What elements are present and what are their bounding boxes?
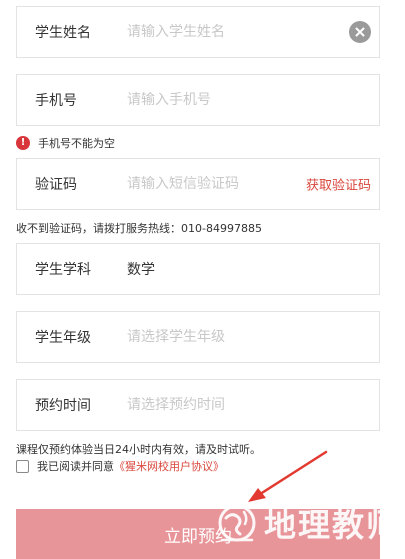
verify-code-input[interactable]: [127, 176, 297, 192]
subject-label: 学生学科: [35, 262, 91, 278]
verify-code-label: 验证码: [35, 177, 77, 193]
course-notice: 课程仅预约体验当日24小时内有效，请及时试听。: [16, 443, 261, 456]
grade-field[interactable]: 学生年级: [16, 311, 380, 363]
subject-field[interactable]: 学生学科 数学: [16, 243, 380, 295]
globe-icon: [218, 504, 256, 542]
appointment-time-select[interactable]: [127, 397, 297, 413]
agreement-prefix: 我已阅读并同意: [37, 460, 114, 473]
student-name-field: 学生姓名: [16, 6, 380, 58]
get-verify-code-button[interactable]: 获取验证码: [306, 175, 371, 194]
user-agreement-link[interactable]: 《猩米网校用户协议》: [114, 458, 224, 474]
appointment-time-label: 预约时间: [35, 398, 91, 414]
annotation-arrow-icon: [248, 450, 328, 502]
error-icon: !: [16, 136, 30, 150]
subject-value[interactable]: 数学: [127, 259, 155, 279]
verify-code-field: 验证码 获取验证码: [16, 158, 380, 210]
clear-icon[interactable]: [349, 21, 371, 43]
appointment-time-field[interactable]: 预约时间: [16, 379, 380, 431]
phone-error-message: ! 手机号不能为空: [16, 134, 115, 152]
agreement-checkbox[interactable]: [16, 459, 29, 473]
watermark-logo: 地理教师: [214, 500, 400, 546]
agreement-row: 我已阅读并同意 《猩米网校用户协议》: [16, 458, 224, 474]
phone-error-text: 手机号不能为空: [38, 137, 115, 150]
grade-label: 学生年级: [35, 330, 91, 346]
student-name-label: 学生姓名: [35, 25, 91, 41]
grade-select[interactable]: [127, 329, 297, 345]
watermark-text: 地理教师: [264, 506, 401, 544]
service-hotline-hint: 收不到验证码，请拨打服务热线：010-84997885: [16, 222, 262, 235]
student-name-input[interactable]: [127, 24, 297, 40]
phone-input[interactable]: [127, 92, 297, 108]
phone-field: 手机号: [16, 74, 380, 126]
phone-label: 手机号: [35, 93, 77, 109]
